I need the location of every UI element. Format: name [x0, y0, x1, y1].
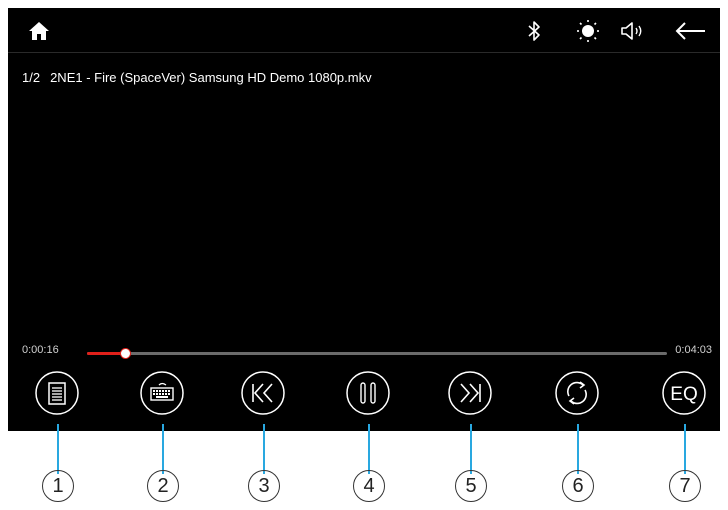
repeat-icon: [555, 371, 599, 415]
callout-number: 2: [147, 470, 179, 502]
callout-line: [162, 424, 164, 474]
previous-button[interactable]: [240, 370, 286, 416]
callout-line: [263, 424, 265, 474]
callout-line: [684, 424, 686, 474]
callout-number: 5: [455, 470, 487, 502]
callout-number: 3: [248, 470, 280, 502]
playlist-icon: [35, 371, 79, 415]
progress-bar[interactable]: [87, 348, 667, 359]
track-filename: 2NE1 - Fire (SpaceVer) Samsung HD Demo 1…: [50, 70, 372, 85]
callout-line: [577, 424, 579, 474]
elapsed-time: 0:00:16: [22, 344, 59, 356]
eq-icon: EQ: [662, 371, 706, 415]
eq-label: EQ: [670, 384, 697, 405]
callout-number: 1: [42, 470, 74, 502]
skip-previous-icon: [241, 371, 285, 415]
home-icon[interactable]: [28, 21, 50, 41]
next-button[interactable]: [447, 370, 493, 416]
callout-number: 6: [562, 470, 594, 502]
track-index: 1/2: [22, 70, 41, 85]
keyboard-button[interactable]: [139, 370, 185, 416]
progress-thumb[interactable]: [120, 348, 132, 359]
top-status-bar: [8, 8, 720, 52]
brightness-icon[interactable]: [576, 19, 600, 43]
back-arrow-icon[interactable]: [675, 22, 707, 40]
now-playing-title: 1/2 2NE1 - Fire (SpaceVer) Samsung HD Dem…: [22, 70, 372, 88]
video-player-screen: 1/2 2NE1 - Fire (SpaceVer) Samsung HD Dem…: [8, 8, 720, 431]
keyboard-icon: [140, 371, 184, 415]
topbar-divider: [8, 52, 720, 53]
callout-line: [57, 424, 59, 474]
callout-number: 7: [669, 470, 701, 502]
skip-next-icon: [448, 371, 492, 415]
pause-button[interactable]: [345, 370, 391, 416]
callout-number: 4: [353, 470, 385, 502]
total-time: 0:04:03: [675, 344, 712, 356]
bluetooth-icon[interactable]: [527, 20, 541, 42]
callout-line: [368, 424, 370, 474]
repeat-button[interactable]: [554, 370, 600, 416]
pause-icon: [346, 371, 390, 415]
playlist-button[interactable]: [34, 370, 80, 416]
volume-icon[interactable]: [620, 20, 646, 42]
callout-line: [470, 424, 472, 474]
eq-button[interactable]: EQ: [661, 370, 707, 416]
